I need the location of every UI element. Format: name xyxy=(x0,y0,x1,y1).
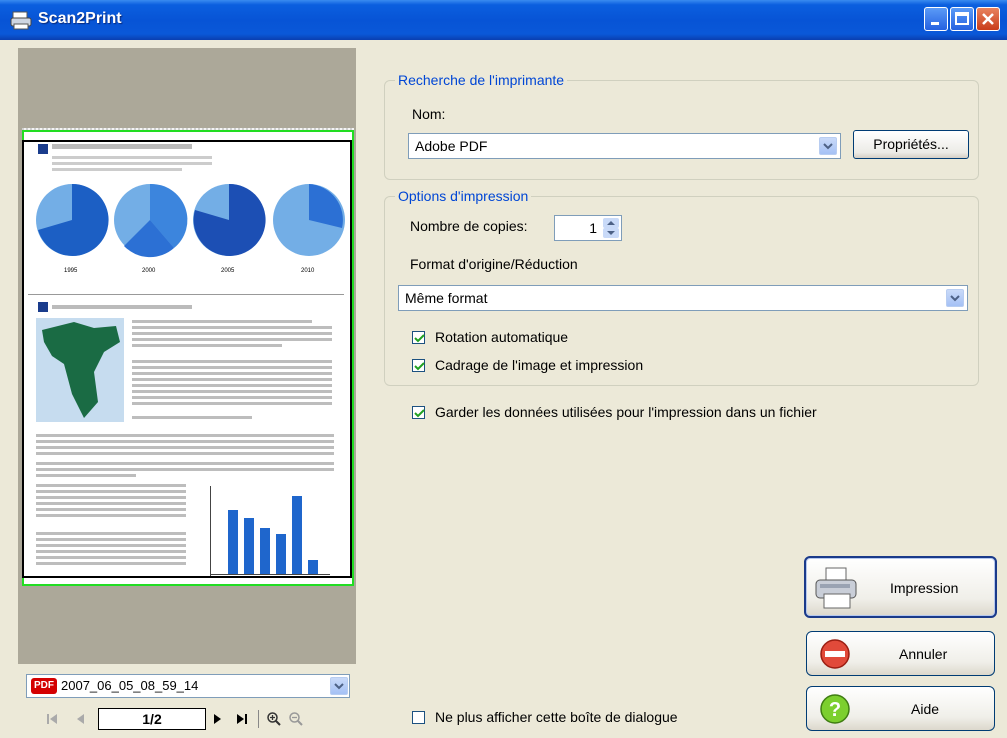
stop-icon xyxy=(820,639,850,669)
printer-dropdown-button[interactable] xyxy=(819,137,837,155)
copies-label: Nombre de copies: xyxy=(410,218,528,234)
chevron-down-icon xyxy=(334,683,344,690)
title-bar: Scan2Print xyxy=(0,0,1007,40)
nav-divider xyxy=(258,710,259,728)
page-indicator[interactable]: 1/2 xyxy=(98,708,206,730)
cancel-button[interactable]: Annuler xyxy=(806,631,995,676)
chevron-down-icon xyxy=(950,295,960,302)
maximize-icon xyxy=(955,12,969,25)
printer-value: Adobe PDF xyxy=(415,138,488,154)
page-navigation: 1/2 xyxy=(18,704,358,734)
printer-group-legend: Recherche de l'imprimante xyxy=(398,72,565,88)
format-label: Format d'origine/Réduction xyxy=(410,256,578,272)
year-label: 1995 xyxy=(64,268,78,274)
printer-name-label: Nom: xyxy=(412,106,446,122)
svg-text:?: ? xyxy=(829,699,841,721)
help-label: Aide xyxy=(911,701,940,717)
spin-arrows-icon[interactable] xyxy=(603,218,619,238)
help-button[interactable]: ? Aide xyxy=(806,686,995,731)
last-page-icon[interactable] xyxy=(234,711,250,727)
properties-button[interactable]: Propriétés... xyxy=(853,130,969,159)
cancel-label: Annuler xyxy=(899,646,948,662)
printer-select[interactable]: Adobe PDF xyxy=(408,133,841,159)
maximize-button[interactable] xyxy=(950,7,974,31)
print-options-legend: Options d'impression xyxy=(398,188,529,204)
minimize-icon xyxy=(931,22,939,25)
year-label: 2010 xyxy=(301,268,315,274)
crop-checkbox[interactable] xyxy=(412,359,425,372)
help-icon: ? xyxy=(820,694,850,724)
checkmark-icon xyxy=(414,334,425,343)
file-dropdown-button[interactable] xyxy=(330,677,348,695)
format-dropdown-button[interactable] xyxy=(946,289,964,307)
format-select[interactable]: Même format xyxy=(398,285,968,311)
print-button[interactable]: Impression xyxy=(804,556,997,618)
printer-search-group: Recherche de l'imprimante xyxy=(384,72,979,180)
printer-icon xyxy=(815,567,857,609)
print-label: Impression xyxy=(890,580,959,596)
scanner-printer-app-icon xyxy=(10,11,32,30)
crop-label: Cadrage de l'image et impression xyxy=(435,357,644,373)
keep-data-label: Garder les données utilisées pour l'impr… xyxy=(435,404,817,420)
dont-show-checkbox[interactable] xyxy=(412,711,425,724)
copies-stepper[interactable]: 1 xyxy=(554,215,622,241)
page-thumbnail: 1995 2000 2005 2010 xyxy=(22,140,352,578)
pdf-icon: PDF xyxy=(31,678,57,694)
close-button[interactable] xyxy=(976,7,1000,31)
copies-value: 1 xyxy=(589,220,597,236)
keep-data-checkbox[interactable] xyxy=(412,406,425,419)
zoom-in-icon[interactable] xyxy=(266,711,282,727)
window-title: Scan2Print xyxy=(38,10,122,27)
first-page-icon[interactable] xyxy=(44,711,60,727)
file-select[interactable]: PDF 2007_06_05_08_59_14 xyxy=(26,674,350,698)
auto-rotate-label: Rotation automatique xyxy=(435,329,569,345)
dont-show-label: Ne plus afficher cette boîte de dialogue xyxy=(435,709,678,725)
chevron-down-icon xyxy=(823,143,833,150)
year-label: 2005 xyxy=(221,268,235,274)
file-name: 2007_06_05_08_59_14 xyxy=(61,678,199,693)
auto-rotate-checkbox[interactable] xyxy=(412,331,425,344)
minimize-button[interactable] xyxy=(924,7,948,31)
previous-page-icon[interactable] xyxy=(72,711,88,727)
checkmark-icon xyxy=(414,409,425,418)
year-label: 2000 xyxy=(142,268,156,274)
format-value: Même format xyxy=(405,290,488,306)
zoom-out-icon[interactable] xyxy=(288,711,304,727)
document-preview-graphic: 1995 2000 2005 2010 xyxy=(28,144,345,576)
next-page-icon[interactable] xyxy=(210,711,226,727)
close-icon xyxy=(982,13,994,25)
checkmark-icon xyxy=(414,362,425,371)
